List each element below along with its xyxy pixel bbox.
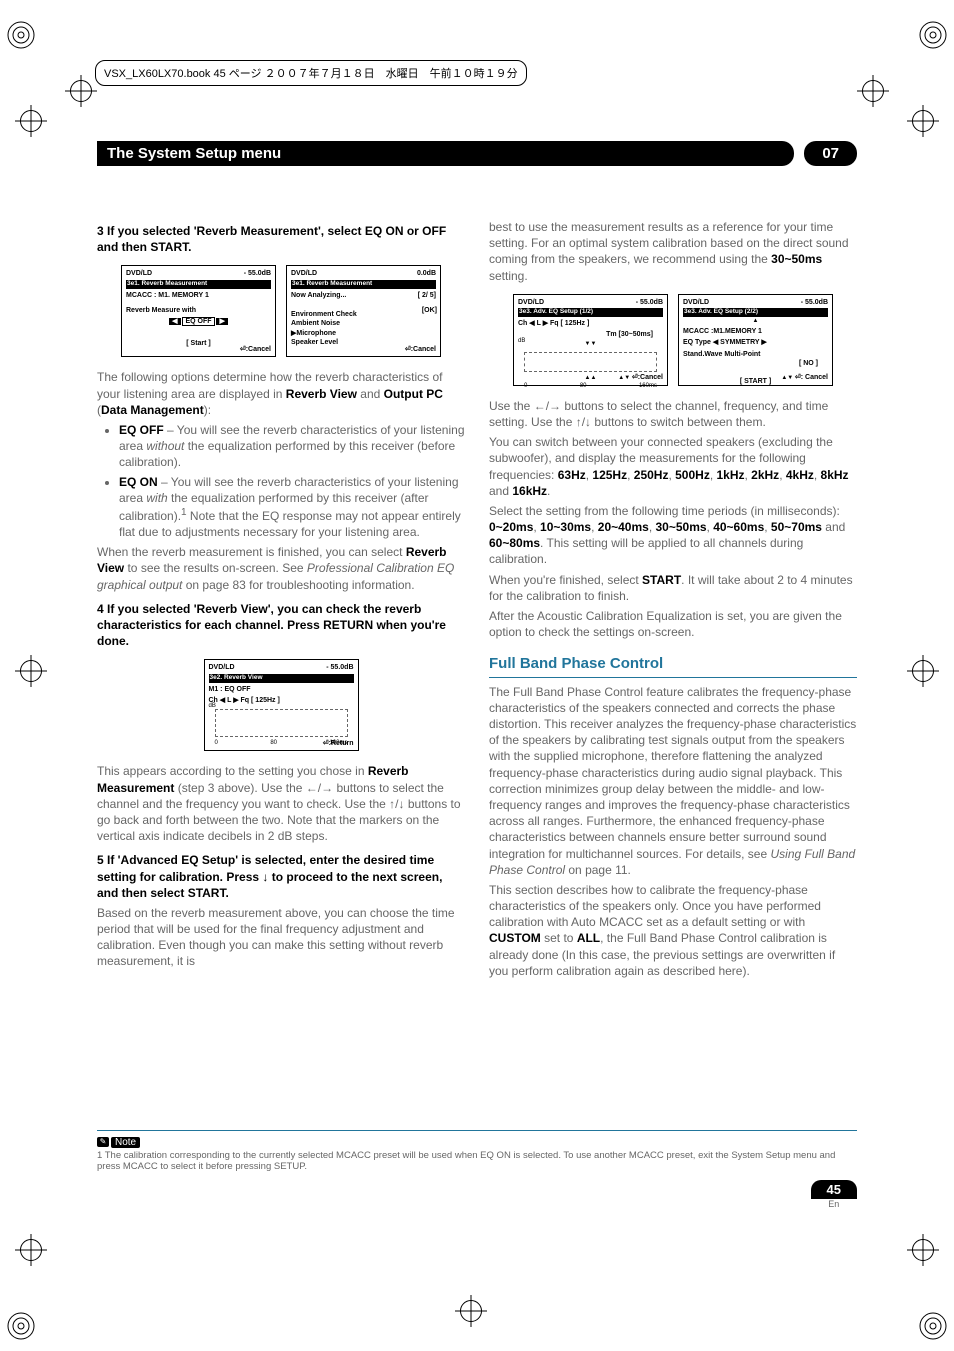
page-number: 45 En	[811, 1180, 857, 1209]
osd-label: Now Analyzing...	[291, 291, 346, 300]
body-text: The Full Band Phase Control feature cali…	[489, 684, 857, 878]
osd-label: EQ Type ◀ SYMMETRY ▶	[683, 338, 828, 347]
crop-mark-icon	[912, 1239, 934, 1261]
osd-label: ▼▼	[518, 340, 663, 348]
body-text: When you're finished, select START. It w…	[489, 572, 857, 604]
osd-label: :Return	[329, 740, 354, 747]
body-text: The following options determine how the …	[97, 369, 465, 418]
note-label: Note	[111, 1137, 140, 1148]
osd-label: - 55.0dB	[636, 298, 663, 307]
body-text: This section describes how to calibrate …	[489, 882, 857, 979]
list-item: EQ ON – You will see the reverb characte…	[119, 474, 465, 541]
osd-label: 80	[270, 739, 277, 747]
footnote-text: 1 The calibration corresponding to the c…	[97, 1150, 857, 1172]
note-icon: ✎	[97, 1137, 109, 1147]
osd-label: :Cancel	[411, 346, 436, 353]
page-lang: En	[811, 1199, 857, 1209]
body-content: 3 If you selected 'Reverb Measurement', …	[97, 215, 857, 1231]
page-number-value: 45	[811, 1180, 857, 1199]
osd-bar: 3e1. Reverb Measurement	[291, 280, 436, 289]
osd-label: ▶Microphone	[291, 329, 436, 338]
body-text: You can switch between your connected sp…	[489, 434, 857, 499]
osd-bar: 3e2. Reverb View	[209, 674, 354, 683]
body-text: When the reverb measurement is finished,…	[97, 544, 465, 593]
osd-label: DVD/LD	[209, 663, 235, 672]
register-mark-icon	[918, 1311, 948, 1341]
osd-label: dB	[518, 337, 525, 345]
body-text: Based on the reverb measurement above, y…	[97, 905, 465, 970]
book-header: VSX_LX60LX70.book 45 ページ ２００７年７月１８日 水曜日 …	[95, 60, 527, 86]
osd-value: EQ OFF	[182, 317, 214, 326]
osd-label: 0.0dB	[417, 269, 436, 278]
list-item: EQ OFF – You will see the reverb charact…	[119, 422, 465, 471]
osd-graph	[524, 352, 657, 372]
crop-mark-icon	[460, 1300, 482, 1322]
crop-mark-icon	[20, 660, 42, 682]
osd-label: DVD/LD	[683, 298, 709, 307]
osd-label: :Cancel	[638, 374, 663, 381]
osd-label: Stand.Wave Multi-Point	[683, 350, 828, 359]
osd-label: Ambient Noise	[291, 319, 436, 328]
body-text: This appears according to the setting yo…	[97, 763, 465, 844]
osd-label: :Cancel	[246, 346, 271, 353]
osd-bar: 3e1. Reverb Measurement	[126, 280, 271, 289]
osd-label: Tm [30~50ms]	[518, 330, 653, 339]
chapter-number: 07	[804, 141, 857, 166]
register-mark-icon	[6, 20, 36, 50]
register-mark-icon	[918, 20, 948, 50]
osd-screenshot: DVD/LD- 55.0dB 3e3. Adv. EQ Setup (2/2) …	[678, 294, 833, 386]
osd-label: - 55.0dB	[244, 269, 271, 278]
crop-mark-icon	[862, 80, 884, 102]
osd-label: DVD/LD	[291, 269, 317, 278]
crop-mark-icon	[912, 660, 934, 682]
osd-label: MCACC :M1.MEMORY 1	[683, 327, 828, 336]
osd-label: [OK]	[422, 306, 437, 315]
crop-mark-icon	[70, 80, 92, 102]
osd-screenshot: DVD/LD - 55.0dB 3e1. Reverb Measurement M…	[121, 265, 276, 357]
osd-label: DVD/LD	[518, 298, 544, 307]
osd-screenshot: DVD/LD - 55.0dB 3e2. Reverb View M1 : EQ …	[204, 659, 359, 751]
crop-mark-icon	[912, 110, 934, 132]
osd-label: Ch ◀ L ▶ Fq [ 125Hz ]	[209, 696, 354, 705]
osd-label: - 55.0dB	[326, 663, 353, 672]
osd-label: Reverb Measure with	[126, 306, 271, 315]
section-heading: Full Band Phase Control	[489, 654, 857, 677]
register-mark-icon	[6, 1311, 36, 1341]
footnote: ✎Note 1 The calibration corresponding to…	[97, 1130, 857, 1172]
osd-label: [ 2/ 5]	[418, 291, 436, 300]
body-text: After the Acoustic Calibration Equalizat…	[489, 608, 857, 640]
osd-screenshot: DVD/LD- 55.0dB 3e3. Adv. EQ Setup (1/2) …	[513, 294, 668, 386]
osd-label: Environment Check	[291, 310, 436, 319]
osd-label: 0	[215, 739, 218, 747]
osd-bar: 3e3. Adv. EQ Setup (1/2)	[518, 308, 663, 317]
crop-mark-icon	[20, 110, 42, 132]
osd-screenshot: DVD/LD 0.0dB 3e1. Reverb Measurement Now …	[286, 265, 441, 357]
osd-label: 160ms	[639, 382, 657, 390]
osd-label: 80	[580, 382, 587, 390]
title-bar: The System Setup menu 07	[97, 140, 857, 166]
osd-label: MCACC : M1. MEMORY 1	[126, 291, 271, 300]
osd-label: M1 : EQ OFF	[209, 685, 354, 694]
osd-label: [ NO ]	[683, 359, 818, 368]
page-title: The System Setup menu	[97, 141, 794, 166]
osd-label: Ch ◀ L ▶ Fq [ 125Hz ]	[518, 319, 663, 328]
osd-label: 0	[524, 382, 527, 390]
osd-label: DVD/LD	[126, 269, 152, 278]
body-text: best to use the measurement results as a…	[489, 219, 857, 284]
osd-label: : Cancel	[801, 374, 828, 381]
body-text: Use the ←/→ buttons to select the channe…	[489, 398, 857, 430]
osd-label: - 55.0dB	[801, 298, 828, 307]
crop-mark-icon	[20, 1239, 42, 1261]
osd-graph	[215, 709, 348, 737]
step-heading: 5 If 'Advanced EQ Setup' is selected, en…	[97, 852, 465, 901]
osd-bar: 3e3. Adv. EQ Setup (2/2)	[683, 308, 828, 317]
step-heading: 4 If you selected 'Reverb View', you can…	[97, 601, 465, 650]
step-heading: 3 If you selected 'Reverb Measurement', …	[97, 223, 465, 255]
body-text: Select the setting from the following ti…	[489, 503, 857, 568]
